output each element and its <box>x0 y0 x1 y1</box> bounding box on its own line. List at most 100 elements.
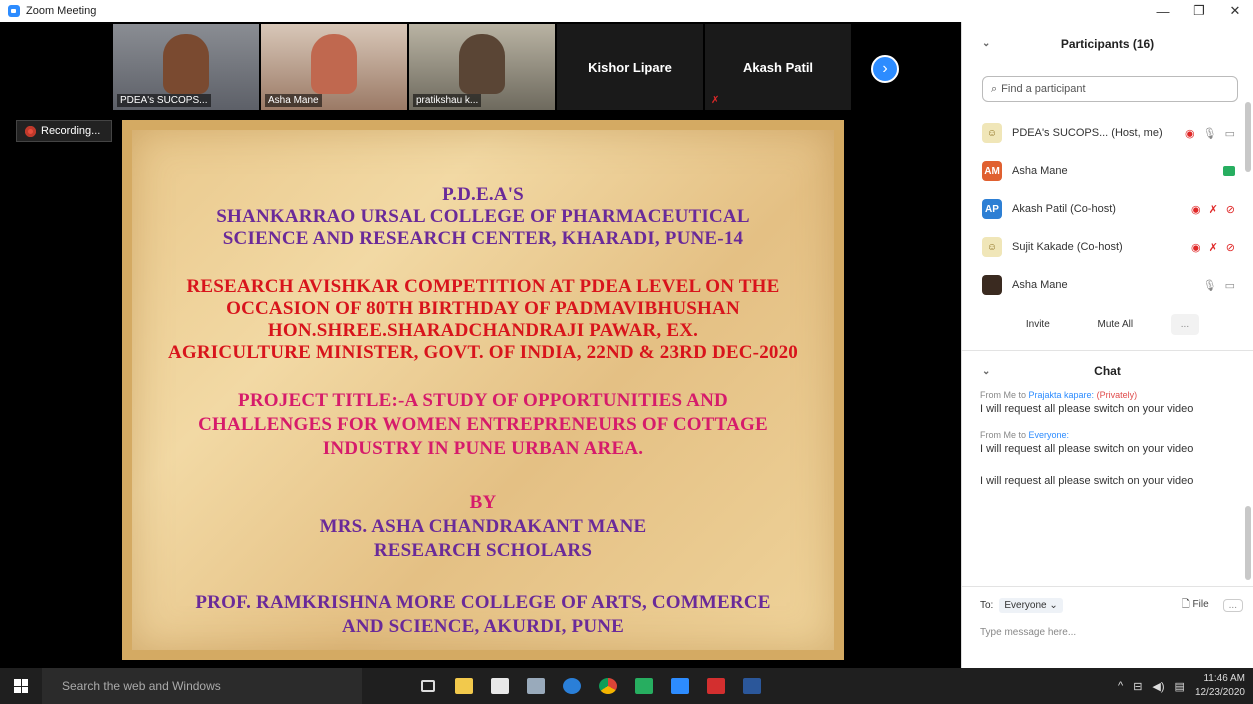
chevron-down-icon[interactable]: ⌄ <box>982 38 990 49</box>
more-options-button[interactable]: ... <box>1170 314 1200 335</box>
chat-message: I will request all please switch on your… <box>980 474 1239 488</box>
message-text: I will request all please switch on your… <box>980 403 1194 415</box>
chat-title: Chat <box>1094 364 1121 378</box>
close-button[interactable]: ✕ <box>1217 0 1253 22</box>
recipient-dropdown[interactable]: Everyone ⌄ <box>999 597 1063 613</box>
mic-icon: 🎙 <box>1202 279 1217 292</box>
clock-time: 11:46 AM <box>1203 673 1245 684</box>
message-recipient: Everyone: <box>1028 430 1070 440</box>
edge-icon[interactable] <box>556 668 588 704</box>
task-view-icon[interactable] <box>412 668 444 704</box>
window-title: Zoom Meeting <box>26 5 97 17</box>
slide-line: INDUSTRY IN PUNE URBAN AREA. <box>322 438 644 459</box>
participant-row[interactable]: ☺ Sujit Kakade (Co-host) ◉ ✗ ⊘ <box>962 228 1253 266</box>
video-thumbnail[interactable]: pratikshau k... <box>409 24 555 110</box>
taskbar-search[interactable]: Search the web and Windows <box>42 668 362 704</box>
participant-row[interactable]: Asha Mane 🎙 ▭ <box>962 266 1253 304</box>
file-icon: 🗋 <box>1181 598 1190 610</box>
video-thumbnail[interactable]: Akash Patil ✗ <box>705 24 851 110</box>
mute-all-button[interactable]: Mute All <box>1087 314 1143 335</box>
video-thumbnail[interactable]: PDEA's SUCOPS... <box>113 24 259 110</box>
thumbnail-name: PDEA's SUCOPS... <box>117 94 211 107</box>
store-icon[interactable] <box>484 668 516 704</box>
message-recipient: Prajakta kapare: <box>1028 390 1095 400</box>
windows-taskbar: Search the web and Windows ^ ⊟ ◀) ▤ 11:4… <box>0 668 1253 704</box>
recording-indicator[interactable]: Recording... <box>16 120 112 142</box>
avatar: ☺ <box>982 123 1002 143</box>
chat-message-input[interactable]: Type message here... <box>980 622 1239 642</box>
participant-search-input[interactable]: ⌕ Find a participant <box>982 76 1238 102</box>
window-title-bar: Zoom Meeting <box>0 0 961 22</box>
participant-row[interactable]: AP Akash Patil (Co-host) ◉ ✗ ⊘ <box>962 190 1253 228</box>
minimize-button[interactable]: — <box>1145 0 1181 22</box>
video-camera-icon: ▭ <box>1224 127 1235 140</box>
zoom-icon[interactable] <box>664 668 696 704</box>
photos-icon[interactable] <box>628 668 660 704</box>
system-tray: ^ ⊟ ◀) ▤ 11:46 AM 12/23/2020 <box>1118 668 1245 704</box>
shared-screen-slide: P.D.E.A'S SHANKARRAO URSAL COLLEGE OF PH… <box>122 120 844 660</box>
chat-scrollbar[interactable] <box>1245 506 1251 580</box>
slide-line: HON.SHREE.SHARADCHANDRAJI PAWAR, EX. <box>267 320 699 341</box>
participant-row[interactable]: ☺ PDEA's SUCOPS... (Host, me) ◉ 🎙 ▭ <box>962 114 1253 152</box>
word-icon[interactable] <box>736 668 768 704</box>
participants-title: Participants (16) <box>1060 37 1155 51</box>
slide-line: PROF. RAMKRISHNA MORE COLLEGE OF ARTS, C… <box>195 592 771 613</box>
video-thumbnail-active-speaker[interactable]: Asha Mane <box>261 24 407 110</box>
app-icon[interactable] <box>520 668 552 704</box>
slide-line: SCIENCE AND RESEARCH CENTER, KHARADI, PU… <box>222 228 744 249</box>
participant-row[interactable]: AM Asha Mane <box>962 152 1253 190</box>
file-button[interactable]: 🗋 File <box>1182 597 1209 614</box>
video-off-icon: ⊘ <box>1225 203 1235 216</box>
recording-icon: ◉ <box>1190 203 1201 216</box>
start-button[interactable] <box>0 668 42 704</box>
chat-message: From Me to Everyone: I will request all … <box>980 428 1239 456</box>
to-label: To: <box>980 599 994 611</box>
video-thumbnail[interactable]: Kishor Lipare <box>557 24 703 110</box>
restore-button[interactable]: ❐ <box>1181 0 1217 22</box>
participant-name: Sujit Kakade (Co-host) <box>1012 241 1123 253</box>
avatar <box>982 275 1002 295</box>
chevron-up-icon[interactable]: ^ <box>1118 680 1123 692</box>
search-icon: ⌕ <box>991 82 998 95</box>
video-camera-icon: ▭ <box>1224 279 1235 292</box>
slide-line: AND SCIENCE, AKURDI, PUNE <box>341 616 625 637</box>
slide-line: PROJECT TITLE:-A STUDY OF OPPORTUNITIES … <box>238 390 728 411</box>
message-text: I will request all please switch on your… <box>980 475 1194 487</box>
search-placeholder: Find a participant <box>1001 83 1086 95</box>
thumbnail-name: Kishor Lipare <box>588 59 672 75</box>
clock[interactable]: 11:46 AM 12/23/2020 <box>1195 672 1245 700</box>
network-icon[interactable]: ⊟ <box>1133 680 1142 693</box>
chat-messages: From Me to Prajakta kapare: (Privately) … <box>980 388 1239 500</box>
next-page-button[interactable]: › <box>871 55 899 83</box>
slide-line: SHANKARRAO URSAL COLLEGE OF PHARMACEUTIC… <box>216 206 750 227</box>
recording-label: Recording... <box>41 125 101 137</box>
chat-message: From Me to Prajakta kapare: (Privately) … <box>980 388 1239 416</box>
mic-icon: 🎙 <box>1202 127 1217 140</box>
slide-line: OCCASION OF 80TH BIRTHDAY OF PADMAVIBHUS… <box>226 298 740 319</box>
thumbnail-name: Akash Patil <box>742 59 814 75</box>
video-area: PDEA's SUCOPS... Asha Mane pratikshau k.… <box>0 22 961 660</box>
notification-icon[interactable]: ▤ <box>1175 680 1185 693</box>
slide-line: MRS. ASHA CHANDRAKANT MANE <box>319 516 647 537</box>
chevron-down-icon[interactable]: ⌄ <box>982 366 990 377</box>
invite-button[interactable]: Invite <box>1016 314 1060 335</box>
chat-more-button[interactable]: ... <box>1222 598 1243 612</box>
chat-recipient-row: To: Everyone ⌄ 🗋 File ... <box>980 594 1243 616</box>
divider <box>962 350 1253 351</box>
acrobat-icon[interactable] <box>700 668 732 704</box>
divider <box>962 586 1253 587</box>
recording-icon: ◉ <box>1185 127 1195 140</box>
thumbnail-name: pratikshau k... <box>413 94 482 107</box>
mic-muted-icon: ✗ <box>1208 241 1218 254</box>
file-explorer-icon[interactable] <box>448 668 480 704</box>
volume-icon[interactable]: ◀) <box>1152 680 1164 693</box>
participant-name: Asha Mane <box>1012 279 1068 291</box>
slide-line: CHALLENGES FOR WOMEN ENTREPRENEURS OF CO… <box>198 414 768 435</box>
thumbnail-name: Asha Mane <box>265 94 322 107</box>
participant-actions: Invite Mute All ... <box>962 314 1253 335</box>
chevron-right-icon: › <box>882 60 888 77</box>
chrome-icon[interactable] <box>592 668 624 704</box>
video-off-icon: ⊘ <box>1225 241 1235 254</box>
video-thumbnail-strip: PDEA's SUCOPS... Asha Mane pratikshau k.… <box>113 24 851 110</box>
avatar: AP <box>982 199 1002 219</box>
